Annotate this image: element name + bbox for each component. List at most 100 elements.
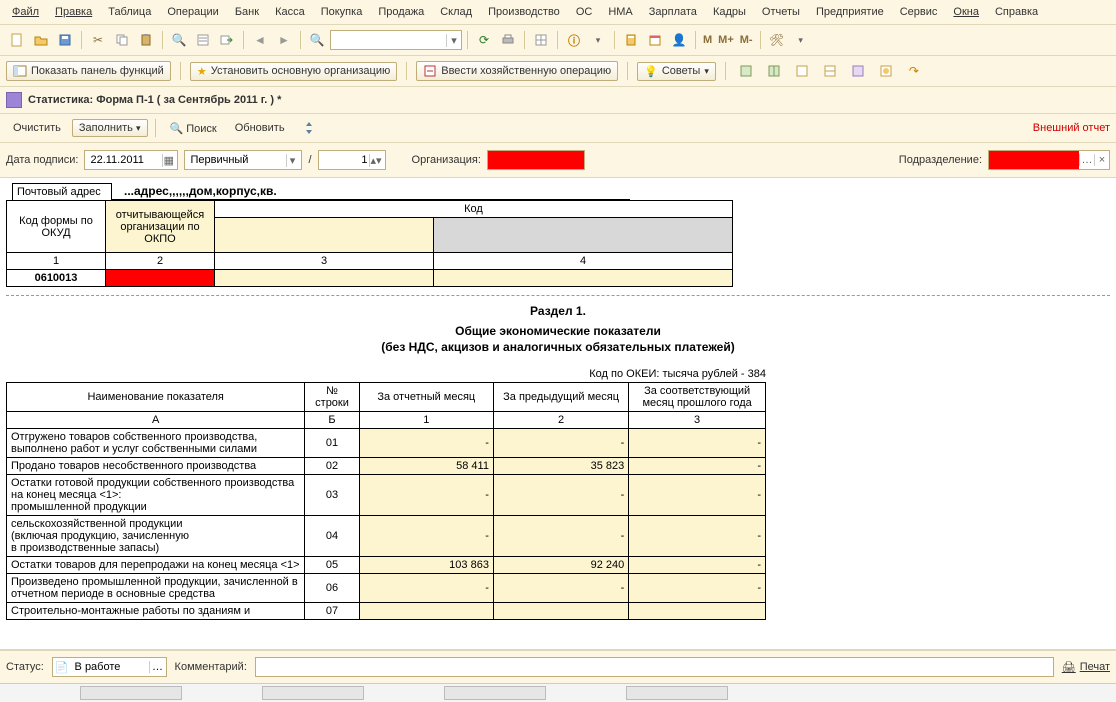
set-org-button[interactable]: ★ Установить основную организацию <box>190 62 397 81</box>
cell-v2[interactable]: - <box>493 516 628 557</box>
cell-v1[interactable]: 58 411 <box>359 458 493 475</box>
grid4-icon[interactable] <box>819 60 841 82</box>
clear-button[interactable]: Очистить <box>6 119 68 137</box>
num-field[interactable] <box>322 153 370 167</box>
cell-v1[interactable]: - <box>359 475 493 516</box>
select-icon[interactable]: … <box>149 661 166 673</box>
settings-icon[interactable]: 🛠 <box>766 29 788 51</box>
zoom-combo[interactable]: ▾ <box>330 30 462 50</box>
menu-os[interactable]: ОС <box>570 4 599 20</box>
help-icon[interactable]: ⓘ <box>563 29 585 51</box>
cell-v2[interactable]: - <box>493 429 628 458</box>
calc-icon[interactable] <box>620 29 642 51</box>
menu-reports[interactable]: Отчеты <box>756 4 806 20</box>
menu-windows[interactable]: Окна <box>947 4 985 20</box>
okpo-value[interactable] <box>106 270 215 287</box>
date-input[interactable]: ▦ <box>84 150 178 170</box>
window-tab[interactable] <box>80 686 182 700</box>
dropdown-icon[interactable]: ▾ <box>587 29 609 51</box>
new-doc-icon[interactable] <box>6 29 28 51</box>
arrow-icon[interactable]: ↷ <box>903 60 925 82</box>
cell-v2[interactable]: - <box>493 574 628 603</box>
cell-v1[interactable]: 103 863 <box>359 557 493 574</box>
cell-v1[interactable]: - <box>359 429 493 458</box>
grid2-icon[interactable] <box>763 60 785 82</box>
open-folder-icon[interactable] <box>30 29 52 51</box>
menu-sale[interactable]: Продажа <box>372 4 430 20</box>
updown-button[interactable] <box>296 118 322 138</box>
subdiv-field[interactable]: … × <box>988 150 1110 170</box>
menu-bank[interactable]: Банк <box>229 4 265 20</box>
menu-purchase[interactable]: Покупка <box>315 4 369 20</box>
status-combo[interactable]: 📄 В работе … <box>52 657 167 677</box>
stepper-icon[interactable]: ▴▾ <box>369 154 381 167</box>
cell-v3[interactable]: - <box>629 516 766 557</box>
mplus-button[interactable]: M+ <box>716 34 736 46</box>
m-button[interactable]: M <box>701 34 714 46</box>
cell-v2[interactable] <box>493 603 628 620</box>
menu-file[interactable]: Файл <box>6 4 45 20</box>
comment-input[interactable] <box>255 657 1054 677</box>
menu-service[interactable]: Сервис <box>894 4 944 20</box>
fill-button[interactable]: Заполнить ▾ <box>72 119 148 137</box>
calendar-icon[interactable] <box>644 29 666 51</box>
grid1-icon[interactable] <box>735 60 757 82</box>
show-panel-button[interactable]: Показать панель функций <box>6 61 171 81</box>
menu-salary[interactable]: Зарплата <box>643 4 703 20</box>
menu-edit[interactable]: Правка <box>49 4 98 20</box>
save-icon[interactable] <box>54 29 76 51</box>
type-combo[interactable]: ▾ <box>184 150 302 170</box>
nav-back-icon[interactable]: ◄ <box>249 29 271 51</box>
settings-dd-icon[interactable]: ▾ <box>790 29 812 51</box>
cell-v3[interactable]: - <box>629 458 766 475</box>
comment-field[interactable] <box>259 660 1050 674</box>
menu-company[interactable]: Предприятие <box>810 4 890 20</box>
cell-v1[interactable]: - <box>359 574 493 603</box>
menu-table[interactable]: Таблица <box>102 4 157 20</box>
profile-icon[interactable]: 👤 <box>668 29 690 51</box>
menu-cashbox[interactable]: Касса <box>269 4 311 20</box>
chevron-down-icon[interactable]: ▾ <box>286 154 299 167</box>
cell-v2[interactable]: - <box>493 475 628 516</box>
refresh-button[interactable]: Обновить <box>228 119 292 137</box>
grid5-icon[interactable] <box>847 60 869 82</box>
cell-v1[interactable] <box>359 603 493 620</box>
code-cell-4[interactable] <box>434 218 733 253</box>
value-4[interactable] <box>434 270 733 287</box>
calendar-picker-icon[interactable]: ▦ <box>162 154 174 167</box>
menu-hr[interactable]: Кадры <box>707 4 752 20</box>
zoom-icon[interactable]: 🔍 <box>306 29 328 51</box>
nav-fwd-icon[interactable]: ► <box>273 29 295 51</box>
table-mode-icon[interactable] <box>530 29 552 51</box>
cell-v2[interactable]: 92 240 <box>493 557 628 574</box>
select-icon[interactable]: … <box>1079 154 1094 166</box>
print-button[interactable]: 🖨 Печат <box>1062 661 1110 674</box>
num-input[interactable]: ▴▾ <box>318 150 386 170</box>
grid6-icon[interactable] <box>875 60 897 82</box>
document-body[interactable]: Почтовый адрес ...адрес,,,,,,дом,корпус,… <box>0 178 1116 650</box>
tips-button[interactable]: 💡 Советы ▾ <box>637 62 716 81</box>
menu-help[interactable]: Справка <box>989 4 1044 20</box>
menu-nma[interactable]: НМА <box>602 4 638 20</box>
menu-production[interactable]: Производство <box>482 4 566 20</box>
value-3[interactable] <box>215 270 434 287</box>
menu-warehouse[interactable]: Склад <box>434 4 478 20</box>
search-button[interactable]: 🔍 Поиск <box>163 119 224 138</box>
cell-v3[interactable]: - <box>629 557 766 574</box>
cell-v1[interactable]: - <box>359 516 493 557</box>
enter-op-button[interactable]: Ввести хозяйственную операцию <box>416 61 618 81</box>
cell-v2[interactable]: 35 823 <box>493 458 628 475</box>
menu-operations[interactable]: Операции <box>161 4 224 20</box>
grid3-icon[interactable] <box>791 60 813 82</box>
mminus-button[interactable]: M- <box>738 34 755 46</box>
copy-icon[interactable] <box>111 29 133 51</box>
find-icon[interactable]: 🔍 <box>168 29 190 51</box>
org-field[interactable] <box>487 150 585 170</box>
window-tab[interactable] <box>626 686 728 700</box>
code-cell-3[interactable] <box>215 218 434 253</box>
cell-v3[interactable]: - <box>629 475 766 516</box>
date-field[interactable] <box>88 153 162 167</box>
cut-icon[interactable]: ✂ <box>87 29 109 51</box>
cell-v3[interactable]: - <box>629 574 766 603</box>
window-tab[interactable] <box>444 686 546 700</box>
